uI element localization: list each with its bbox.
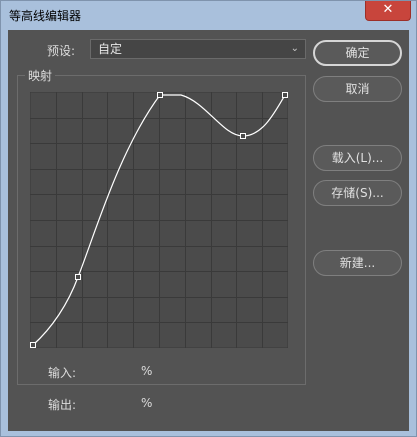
control-point[interactable] xyxy=(282,92,288,98)
preset-select[interactable]: 自定 ⌄ xyxy=(90,39,306,59)
save-button[interactable]: 存储(S)... xyxy=(313,180,402,206)
control-point[interactable] xyxy=(75,274,81,280)
dialog-body: 预设: 自定 ⌄ 映射 输入: % 输出: % 确定 取消 载入(L)... 存… xyxy=(8,30,409,431)
title-bar[interactable]: 等高线编辑器 ✕ xyxy=(1,1,416,29)
ok-button[interactable]: 确定 xyxy=(313,40,402,66)
mapping-title: 映射 xyxy=(25,67,56,84)
load-button[interactable]: 载入(L)... xyxy=(313,145,402,171)
preset-value: 自定 xyxy=(98,42,123,56)
new-button[interactable]: 新建... xyxy=(313,250,402,276)
control-point[interactable] xyxy=(30,342,36,348)
cancel-button[interactable]: 取消 xyxy=(313,76,402,102)
contour-curve-editor[interactable] xyxy=(30,92,288,348)
output-unit: % xyxy=(141,396,153,410)
close-icon: ✕ xyxy=(382,2,394,17)
input-unit: % xyxy=(141,364,153,378)
control-point[interactable] xyxy=(157,92,163,98)
close-button[interactable]: ✕ xyxy=(365,1,411,21)
control-point[interactable] xyxy=(240,133,246,139)
chevron-down-icon: ⌄ xyxy=(290,43,299,54)
preset-label: 预设: xyxy=(47,44,76,58)
output-label: 输出: xyxy=(48,398,77,412)
window-title: 等高线编辑器 xyxy=(9,9,82,23)
contour-editor-window: 等高线编辑器 ✕ 预设: 自定 ⌄ 映射 输入: % 输出: % 确定 取消 载… xyxy=(0,0,417,437)
input-label: 输入: xyxy=(48,366,77,380)
